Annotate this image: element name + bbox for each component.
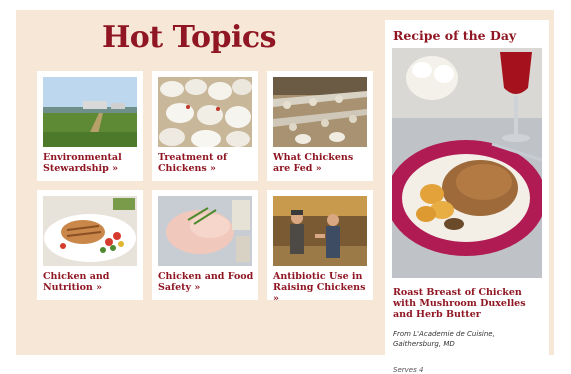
topic-card-antibiotic[interactable]: Antibiotic Use in Raising Chickens » — [267, 190, 373, 304]
grilled-chicken-plate-image[interactable] — [43, 196, 137, 266]
recipe-heading: Recipe of the Day — [393, 28, 517, 43]
topic-card-environmental[interactable]: Environmental Stewardship » — [37, 71, 143, 181]
topic-link-antibiotic[interactable]: Antibiotic Use in Raising Chickens » — [273, 271, 369, 304]
roast-chicken-dish-image[interactable] — [392, 48, 542, 278]
recipe-source: From L'Academie de Cuisine, Gaithersburg… — [393, 330, 495, 348]
topic-card-food-safety[interactable]: Chicken and Food Safety » — [152, 190, 258, 300]
recipe-name-link[interactable]: Roast Breast of Chicken with Mushroom Du… — [393, 287, 543, 320]
hot-topics-heading: Hot Topics — [101, 20, 277, 55]
topic-card-nutrition[interactable]: Chicken and Nutrition » — [37, 190, 143, 300]
topic-link-feed[interactable]: What Chickens are Fed » — [273, 152, 369, 174]
topic-link-treatment[interactable]: Treatment of Chickens » — [158, 152, 254, 174]
recipe-of-the-day-panel: Recipe of the Day Roast Breast of Chicke… — [385, 20, 549, 374]
topic-link-environmental[interactable]: Environmental Stewardship » — [43, 152, 139, 174]
topic-link-nutrition[interactable]: Chicken and Nutrition » — [43, 271, 139, 293]
farmers-talking-image[interactable] — [273, 196, 367, 266]
topic-card-feed[interactable]: What Chickens are Fed » — [267, 71, 373, 181]
topics-grid: Environmental Stewardship » Treatment of… — [37, 71, 377, 304]
topic-card-treatment[interactable]: Treatment of Chickens » — [152, 71, 258, 181]
feeding-line-image[interactable] — [273, 77, 367, 147]
recipe-serves: Serves 4 — [393, 366, 424, 374]
farm-field-image[interactable] — [43, 77, 137, 147]
chickens-barn-image[interactable] — [158, 77, 252, 147]
topic-link-food-safety[interactable]: Chicken and Food Safety » — [158, 271, 254, 293]
raw-chicken-image[interactable] — [158, 196, 252, 266]
